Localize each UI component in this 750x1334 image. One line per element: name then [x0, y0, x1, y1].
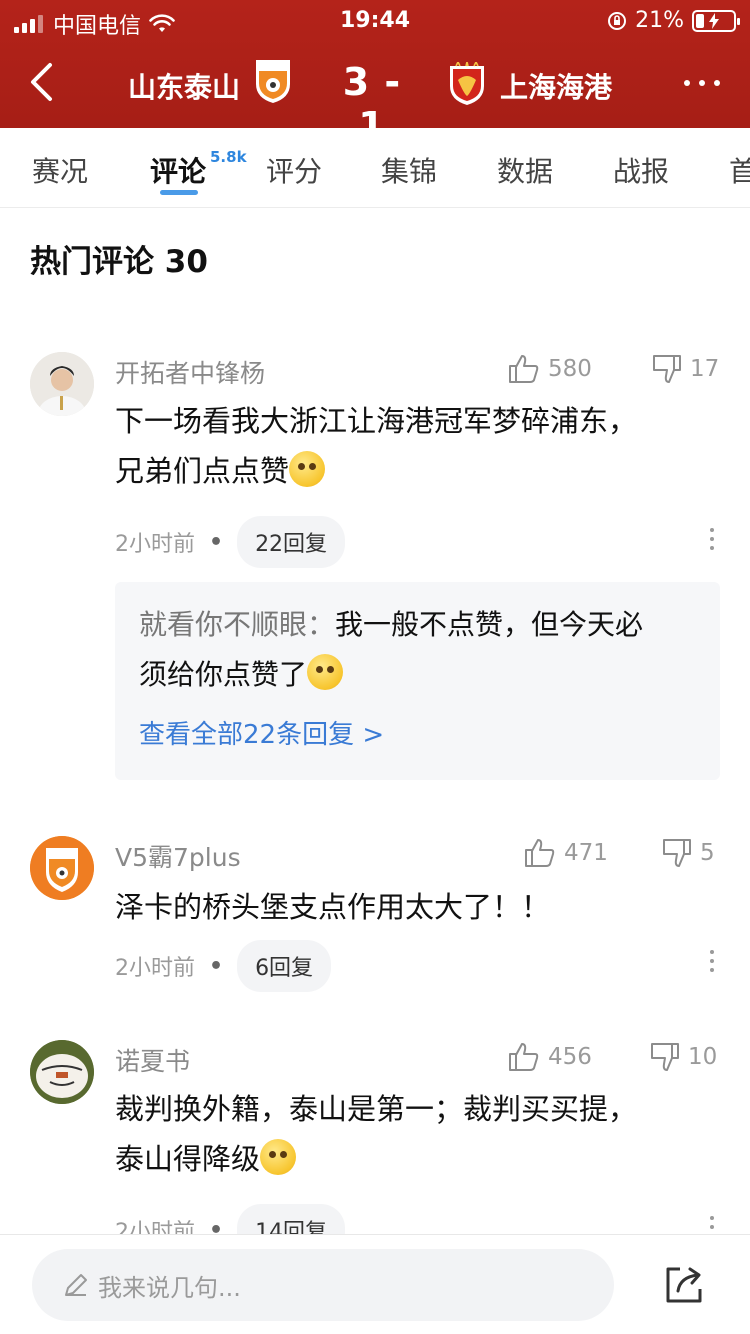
dislike-button[interactable]: 17: [652, 354, 719, 384]
reply-author[interactable]: 就看你不顺眼：: [139, 608, 335, 641]
comment-time: 2小时前: [115, 532, 195, 557]
like-count: 471: [564, 840, 608, 866]
thumbs-down-icon: [663, 839, 691, 867]
thumbs-up-icon: [509, 1043, 539, 1071]
avatar[interactable]: [30, 352, 94, 416]
home-team-crest-icon[interactable]: [254, 58, 292, 104]
pencil-icon: [65, 1274, 87, 1296]
avatar[interactable]: [30, 836, 94, 900]
match-header: 中国电信 19:44 21% 山东泰山 3 - 1 上海海港: [0, 0, 750, 148]
view-all-replies-link[interactable]: 查看全部22条回复 >: [139, 714, 384, 751]
like-button[interactable]: 471: [524, 838, 608, 868]
comment-input-placeholder: 我来说几句...: [98, 1273, 241, 1302]
like-button[interactable]: 580: [508, 354, 592, 384]
comment-username[interactable]: 开拓者中锋杨: [115, 354, 265, 390]
share-icon[interactable]: [664, 1265, 704, 1305]
tab-ratings[interactable]: 评分: [266, 150, 322, 190]
tab-live[interactable]: 赛况: [32, 150, 88, 190]
comment-meta: 2小时前 • 22回复: [115, 516, 346, 568]
comment-more-icon[interactable]: [710, 528, 714, 550]
thumbs-up-icon: [525, 839, 555, 867]
dislike-count: 17: [690, 356, 720, 382]
comment-username[interactable]: V5霸7plus: [115, 838, 241, 874]
comment-username[interactable]: 诺夏书: [115, 1042, 190, 1078]
smile-emoji-icon: [260, 1139, 297, 1175]
dislike-count: 10: [688, 1044, 718, 1070]
tab-comments[interactable]: 评论: [150, 150, 206, 190]
orientation-lock-icon: [608, 11, 627, 30]
comment-text: 下一场看我大浙江让海港冠军梦碎浦东， 兄弟们点点赞: [115, 404, 638, 488]
home-team-name[interactable]: 山东泰山: [128, 66, 240, 106]
active-tab-indicator: [160, 190, 198, 195]
status-bar: 中国电信 19:44 21%: [0, 0, 750, 40]
thumbs-up-icon: [509, 355, 539, 383]
thumbs-down-icon: [651, 1043, 679, 1071]
back-arrow-icon[interactable]: [28, 62, 54, 102]
away-team-crest-icon[interactable]: [446, 62, 488, 106]
reply-preview[interactable]: 就看你不顺眼：我一般不点赞，但今天必 须给你点赞了 查看全部22条回复 >: [115, 582, 720, 780]
comment-more-icon[interactable]: [710, 950, 714, 972]
dislike-count: 5: [700, 840, 715, 866]
comment-meta: 2小时前 • 6回复: [115, 940, 332, 992]
like-button[interactable]: 456: [508, 1042, 592, 1072]
reply-count-button[interactable]: 22回复: [237, 516, 346, 568]
grin-emoji-icon: [307, 654, 344, 690]
avatar[interactable]: [30, 1040, 94, 1104]
tab-report[interactable]: 战报: [613, 150, 669, 190]
tab-bar: 赛况 评论 5.8k 评分 集锦 数据 战报 首: [0, 128, 750, 208]
smirk-emoji-icon: [289, 451, 326, 487]
comment-text: 泽卡的桥头堡支点作用太大了！！: [115, 890, 551, 924]
reply-text-line1: 我一般不点赞，但今天必: [335, 608, 644, 641]
reply-text-line2: 须给你点赞了: [139, 658, 308, 691]
tab-stats[interactable]: 数据: [497, 150, 553, 190]
comments-count-badge: 5.8k: [210, 148, 247, 166]
battery-icon: [692, 9, 740, 32]
tab-lineup[interactable]: 首: [729, 150, 750, 190]
match-bar: 山东泰山 3 - 1 上海海港: [0, 44, 750, 148]
comment-text: 裁判换外籍，泰山是第一；裁判买买提， 泰山得降级: [115, 1092, 638, 1176]
tab-highlights[interactable]: 集锦: [381, 150, 437, 190]
like-count: 580: [548, 356, 592, 382]
comment-input-bar: 我来说几句...: [0, 1234, 750, 1334]
comment-time: 2小时前: [115, 956, 195, 981]
reply-count-button[interactable]: 6回复: [237, 940, 332, 992]
away-team-name[interactable]: 上海海港: [500, 66, 612, 106]
like-count: 456: [548, 1044, 592, 1070]
dislike-button[interactable]: 5: [662, 838, 715, 868]
comment-input[interactable]: 我来说几句...: [32, 1249, 614, 1321]
more-options-icon[interactable]: [684, 80, 720, 86]
dislike-button[interactable]: 10: [650, 1042, 717, 1072]
section-title: 热门评论 30: [30, 244, 208, 280]
thumbs-down-icon: [653, 355, 681, 383]
battery-percent: 21%: [635, 8, 684, 33]
